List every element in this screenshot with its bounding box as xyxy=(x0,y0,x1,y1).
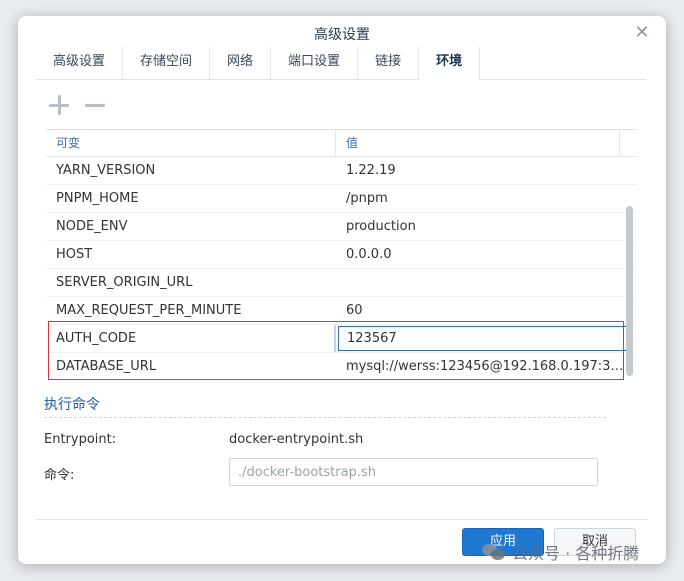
command-label: 命令: xyxy=(44,468,75,483)
env-variable-name: MAX_REQUEST_PER_MINUTE xyxy=(56,303,242,318)
table-row[interactable]: NODE_ENV production xyxy=(46,213,636,241)
env-value-edit-field[interactable]: 123567 xyxy=(338,326,628,351)
table-row-database-url[interactable]: DATABASE_URL mysql://werss:123456@192.16… xyxy=(46,353,636,380)
env-variable-name: NODE_ENV xyxy=(56,219,128,234)
env-variable-value: 0.0.0.0 xyxy=(346,247,392,262)
column-header-variable[interactable]: 可变 xyxy=(46,130,336,156)
wechat-icon xyxy=(482,542,506,562)
table-row-auth-code[interactable]: AUTH_CODE 123567 xyxy=(46,325,636,353)
minus-icon[interactable] xyxy=(84,94,106,116)
tab-links[interactable]: 链接 xyxy=(358,47,420,79)
watermark: 公众号 · 各种折腾 xyxy=(482,540,639,564)
table-row[interactable]: HOST 0.0.0.0 xyxy=(46,241,636,269)
footer-divider xyxy=(36,519,648,520)
env-variable-table: 可变 值 YARN_VERSION 1.22.19 PNPM_HOME /pnp… xyxy=(46,129,636,380)
section-divider xyxy=(44,417,606,418)
close-icon[interactable]: ✕ xyxy=(632,23,652,43)
env-variable-name: AUTH_CODE xyxy=(46,325,336,352)
env-variable-value: production xyxy=(346,219,416,234)
env-toolbar xyxy=(48,94,106,116)
column-header-value[interactable]: 值 xyxy=(336,130,620,156)
tab-network[interactable]: 网络 xyxy=(210,47,272,79)
table-row[interactable]: PNPM_HOME /pnpm xyxy=(46,185,636,213)
env-variable-name: PNPM_HOME xyxy=(56,191,139,206)
entrypoint-label: Entrypoint: xyxy=(44,432,117,447)
env-variable-name: SERVER_ORIGIN_URL xyxy=(56,275,193,290)
tab-port-settings[interactable]: 端口设置 xyxy=(271,47,359,79)
env-variable-value: 60 xyxy=(346,303,363,318)
advanced-settings-dialog: 高级设置 ✕ 高级设置 存储空间 网络 端口设置 链接 环境 可变 值 YARN… xyxy=(18,16,666,564)
command-input[interactable] xyxy=(229,458,598,486)
tab-storage[interactable]: 存储空间 xyxy=(123,47,211,79)
table-header: 可变 值 xyxy=(46,130,636,157)
env-variable-value xyxy=(336,269,626,296)
tab-advanced-settings[interactable]: 高级设置 xyxy=(36,47,124,79)
execute-command-section-title: 执行命令 xyxy=(44,397,100,413)
table-row[interactable]: SERVER_ORIGIN_URL xyxy=(46,269,636,297)
table-scrollbar[interactable] xyxy=(626,206,633,376)
dialog-title: 高级设置 xyxy=(314,27,370,43)
table-row[interactable]: YARN_VERSION 1.22.19 xyxy=(46,157,636,185)
env-variable-value: mysql://werss:123456@192.168.0.197:33... xyxy=(346,359,626,374)
env-variable-name: HOST xyxy=(56,247,93,262)
entrypoint-value: docker-entrypoint.sh xyxy=(229,432,364,447)
plus-icon[interactable] xyxy=(48,94,70,116)
tab-bar: 高级设置 存储空间 网络 端口设置 链接 环境 xyxy=(36,47,646,80)
table-row[interactable]: MAX_REQUEST_PER_MINUTE 60 xyxy=(46,297,636,325)
tab-environment[interactable]: 环境 xyxy=(419,47,481,80)
env-variable-value: /pnpm xyxy=(346,191,388,206)
env-variable-name: YARN_VERSION xyxy=(56,163,156,178)
env-variable-value: 1.22.19 xyxy=(346,163,396,178)
watermark-text: 公众号 · 各种折腾 xyxy=(512,544,640,563)
env-variable-name: DATABASE_URL xyxy=(56,359,157,374)
